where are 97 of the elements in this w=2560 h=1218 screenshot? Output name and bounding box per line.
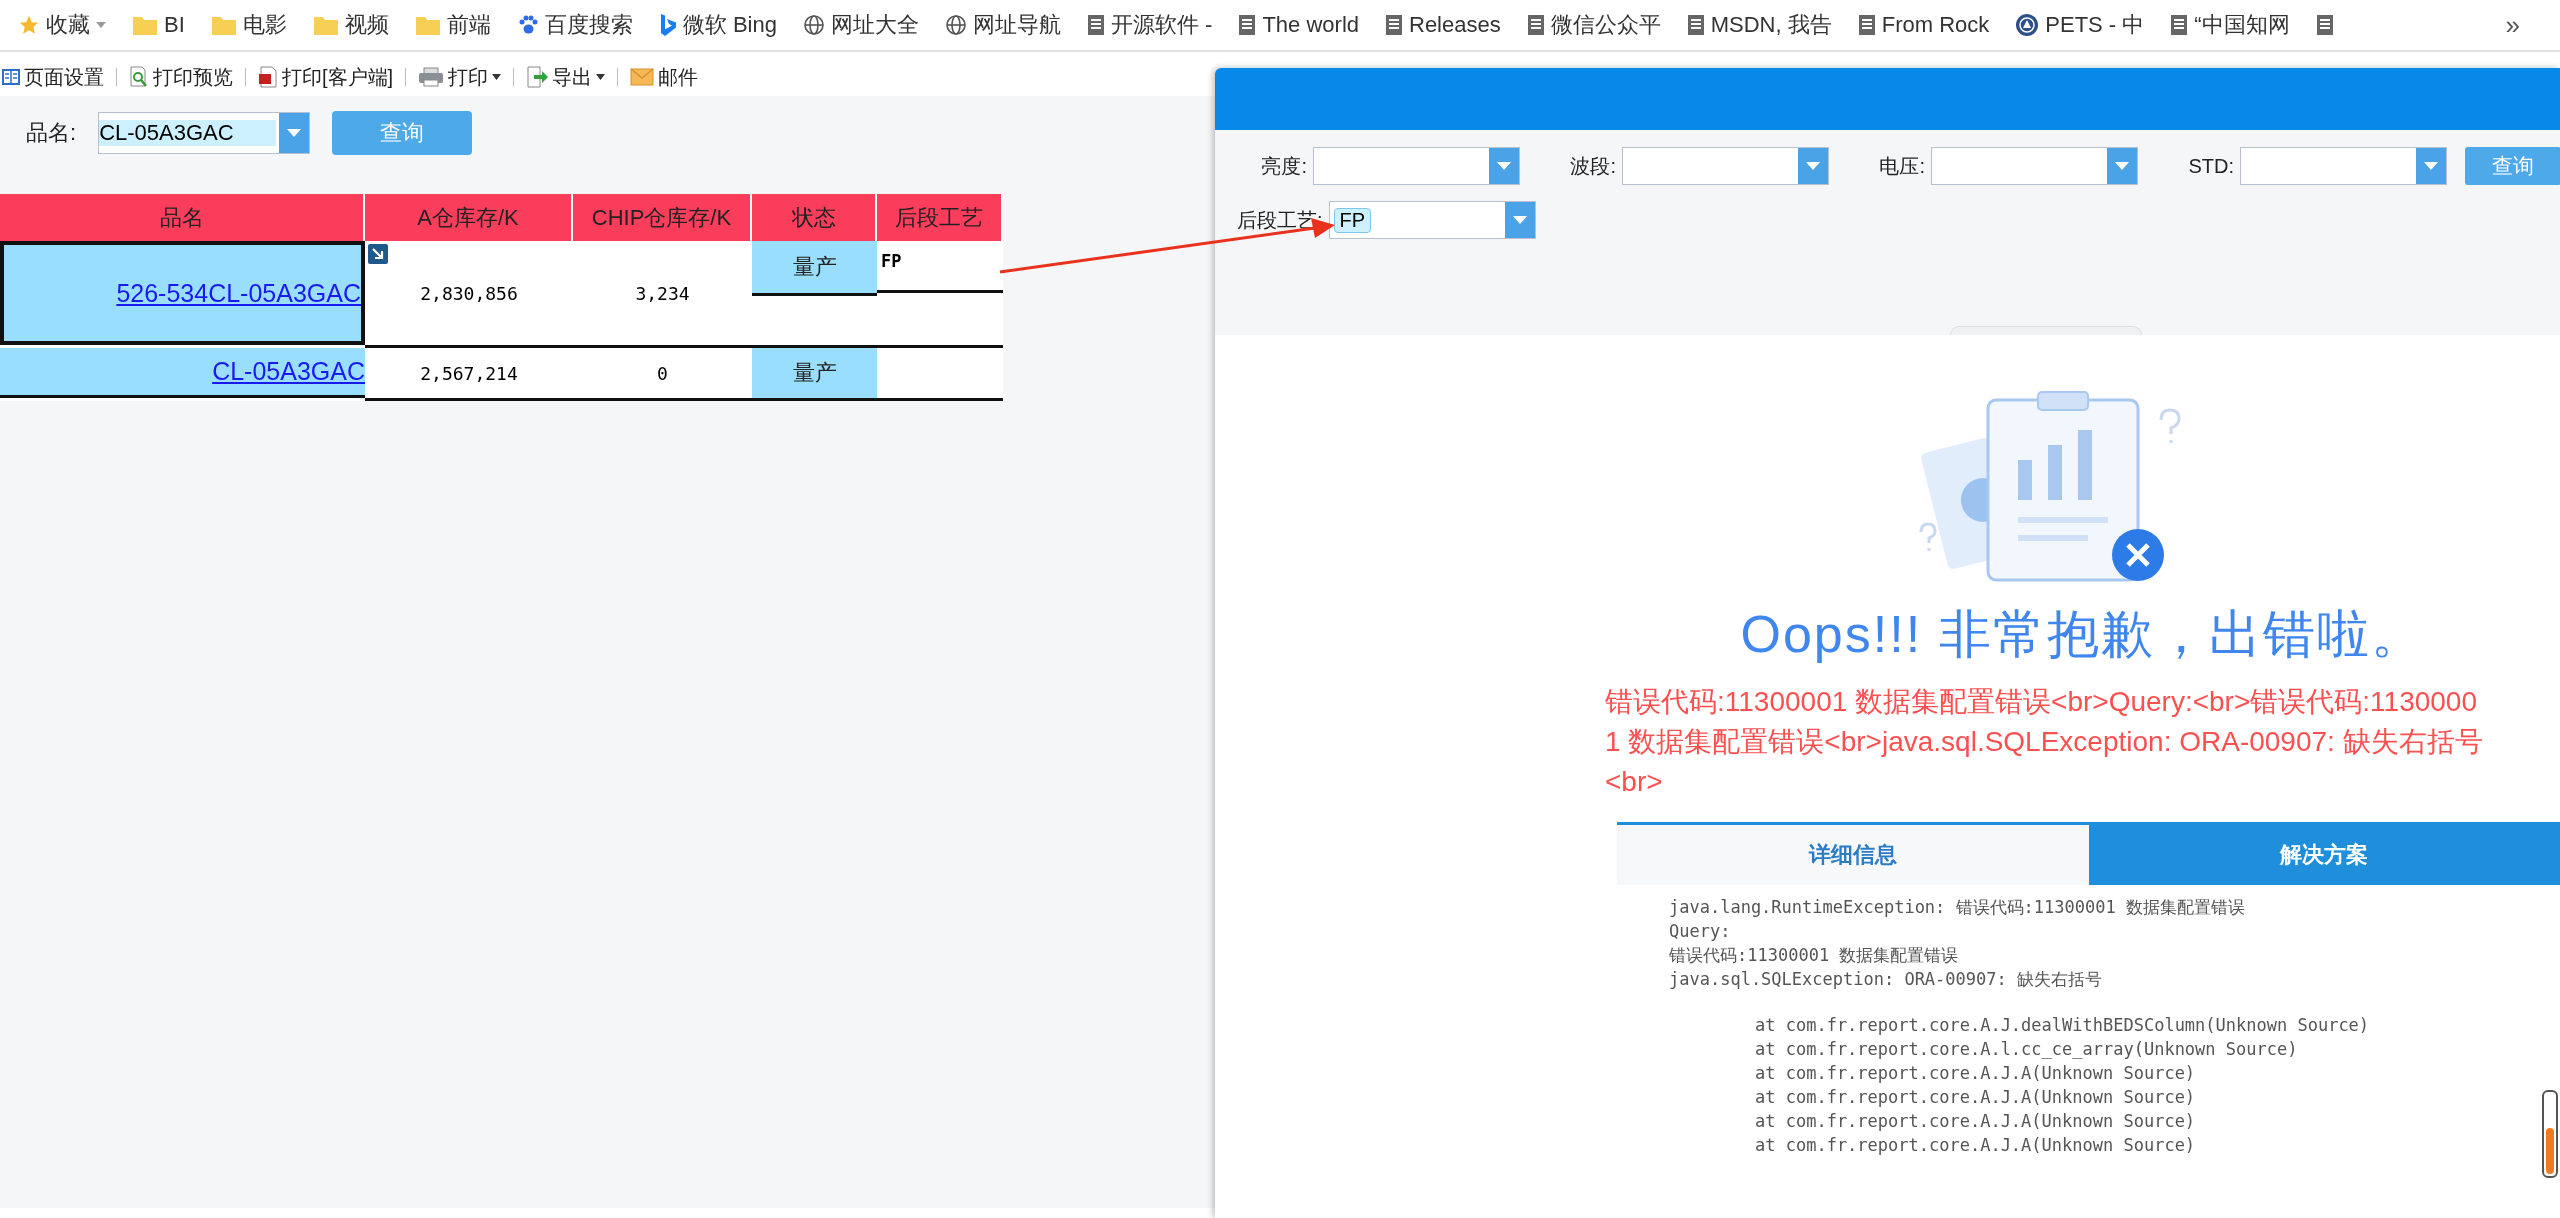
star-icon: [18, 14, 40, 36]
caret-icon: [1806, 162, 1820, 170]
bookmark-item[interactable]: 前端: [414, 10, 491, 40]
scrollbar[interactable]: [2542, 1090, 2558, 1178]
product-link[interactable]: 526-534CL-05A3GAC: [116, 278, 361, 308]
toolbar-button[interactable]: 打印预览: [129, 63, 233, 91]
toolbar-button[interactable]: 邮件: [630, 63, 699, 91]
bookmark-item[interactable]: 网址导航: [944, 10, 1061, 40]
column-header: A仓库存/K: [365, 194, 573, 241]
stack-trace-line: at com.fr.report.core.A.J.A(Unknown Source): [1754, 1062, 2197, 1085]
bookmark-item[interactable]: 微信公众平: [1526, 10, 1661, 40]
bookmark-item[interactable]: From Rock: [1857, 12, 1990, 38]
stack-trace-line: 错误代码:11300001 数据集配置错误: [1669, 944, 1960, 967]
bookmark-item[interactable]: 电影: [210, 10, 287, 40]
caret-icon: [596, 74, 606, 80]
page-icon: [1238, 14, 1257, 36]
caret-icon: [1497, 162, 1511, 170]
filter-combobox[interactable]: [2240, 147, 2447, 185]
caret-icon: [1512, 216, 1527, 224]
page-icon: [1686, 14, 1705, 36]
filter-combobox[interactable]: FP: [1328, 201, 1536, 239]
page-icon: [1086, 14, 1105, 36]
bookmark-item[interactable]: “中国知网: [2170, 10, 2290, 40]
envelope-icon: [630, 68, 655, 86]
stack-trace-line: at com.fr.report.core.A.J.A(Unknown Source): [1754, 1086, 2197, 1109]
document-icon: [258, 66, 278, 88]
seal-icon: [2015, 13, 2040, 37]
page-icon: [2315, 14, 2334, 36]
stack-trace-line: at com.fr.report.core.A.J.A(Unknown Source): [1754, 1110, 2197, 1133]
bookmark-item[interactable]: The world: [1238, 12, 1359, 38]
folder-icon: [210, 14, 237, 36]
bookmark-item[interactable]: MSDN, 我告: [1686, 10, 1832, 40]
bookmark-item[interactable]: 微软 Bing: [658, 10, 777, 40]
folder-icon: [414, 14, 441, 36]
bookmark-item[interactable]: 视频: [312, 10, 389, 40]
layout-icon: [2, 68, 20, 86]
stack-trace-line: at com.fr.report.core.A.J.dealWithBEDSColumn(Unknown Source): [1754, 1014, 2371, 1037]
b-logo-icon: [658, 13, 677, 37]
product-name-label: 品名:: [26, 119, 77, 147]
toolbar-button[interactable]: 页面设置: [2, 63, 104, 91]
toolbar-button[interactable]: 导出: [526, 63, 606, 91]
caret-icon: [492, 74, 502, 80]
drill-down-icon[interactable]: [368, 244, 388, 264]
folder-icon: [312, 14, 339, 36]
page-icon: [2170, 14, 2189, 36]
stack-trace-line: java.sql.SQLException: ORA-00907: 缺失右括号: [1669, 968, 2103, 991]
table-cell: 2,830,856: [420, 282, 518, 304]
table-cell: FP: [881, 251, 902, 271]
caret-icon: [96, 22, 106, 28]
magnifier-page-icon: [129, 66, 149, 88]
bookmark-item[interactable]: PETS - 中: [2015, 10, 2145, 40]
column-header: 品名: [0, 194, 365, 241]
page-icon: [1526, 14, 1545, 36]
caret-icon: [287, 129, 302, 137]
toolbar-button[interactable]: 打印: [418, 63, 502, 91]
tab[interactable]: 详细信息: [1617, 825, 2089, 885]
product-link[interactable]: CL-05A3GAC: [212, 357, 365, 386]
filter-combobox[interactable]: [1622, 147, 1829, 185]
column-header: 状态: [752, 194, 877, 241]
bookmark-item[interactable]: [2315, 14, 2334, 36]
export-icon: [526, 65, 549, 89]
table-cell: 3,234: [635, 282, 690, 304]
filter-combobox[interactable]: [1931, 147, 2138, 185]
more-bookmarks-button[interactable]: »: [2505, 9, 2520, 41]
bookmark-item[interactable]: 开源软件 -: [1086, 10, 1213, 40]
status-cell: 量产: [752, 348, 877, 398]
caret-icon: [2424, 162, 2438, 170]
column-header: CHIP仓库存/K: [573, 194, 752, 241]
page-icon: [1385, 14, 1403, 36]
filter-combobox[interactable]: [1313, 147, 1520, 185]
printer-icon: [418, 67, 445, 87]
error-title: Oops!!! 非常抱歉，出错啦。: [1739, 604, 2426, 665]
error-message: 错误代码:11300001 数据集配置错误<br>Query:<br>错误代码:11300001 数据集配置错误<br>java.sql.SQLException: ORA-00907: 缺失右括号<br>: [1605, 685, 2484, 799]
status-cell: 量产: [752, 241, 877, 296]
table-cell: 2,567,214: [420, 362, 518, 384]
bookmark-item[interactable]: Releases: [1385, 12, 1501, 38]
caret-icon: [2115, 162, 2129, 170]
toolbar-button[interactable]: 打印[客户端]: [258, 63, 394, 91]
stack-trace-line: Query:: [1669, 920, 1732, 943]
product-name-combobox[interactable]: CL-05A3GAC: [98, 112, 311, 154]
filter-label: 亮度:: [1260, 153, 1307, 179]
table-cell: 0: [657, 362, 668, 384]
stack-trace-line: at com.fr.report.core.A.l.cc_ce_array(Unknown Source): [1754, 1038, 2299, 1061]
globe-icon: [944, 14, 967, 36]
column-header: 后段工艺: [877, 194, 1003, 241]
globe-icon: [802, 14, 825, 36]
filter-label: STD:: [2187, 154, 2234, 178]
folder-icon: [132, 14, 158, 36]
bookmark-item[interactable]: BI: [132, 12, 185, 38]
bookmark-item[interactable]: 网址大全: [802, 10, 919, 40]
filter-label: 波段:: [1569, 153, 1616, 179]
filter-label: 电压:: [1878, 153, 1925, 179]
stack-trace-line: at com.fr.report.core.A.J.A(Unknown Source): [1754, 1134, 2197, 1157]
page-icon: [1857, 14, 1876, 36]
bookmark-item[interactable]: 收藏: [18, 10, 106, 40]
bookmark-item[interactable]: 百度搜索: [516, 10, 633, 40]
stack-trace-line: java.lang.RuntimeException: 错误代码:11300001 数据集配置错误: [1669, 896, 2246, 919]
